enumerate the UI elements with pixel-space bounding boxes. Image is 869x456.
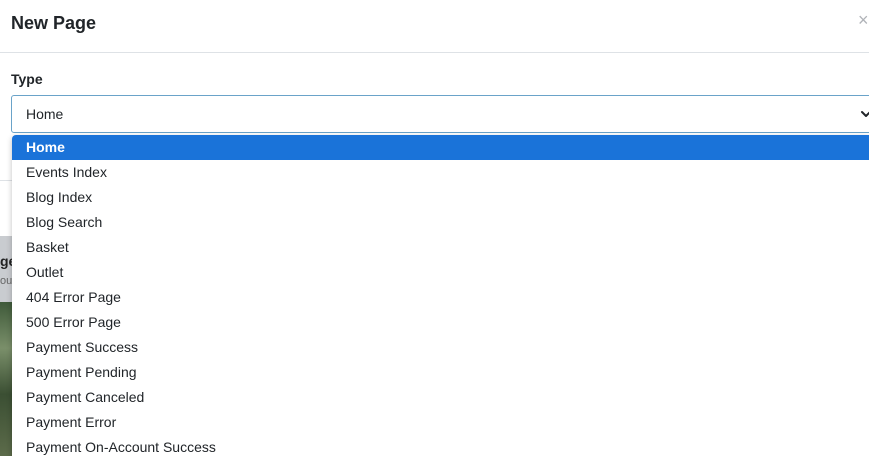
- chevron-down-icon: [861, 111, 869, 117]
- background-content: ge ou: [0, 236, 16, 456]
- dropdown-option[interactable]: 404 Error Page: [12, 285, 869, 310]
- type-label: Type: [11, 71, 43, 87]
- dropdown-option[interactable]: Basket: [12, 235, 869, 260]
- dropdown-option[interactable]: Payment Pending: [12, 360, 869, 385]
- type-select-value: Home: [26, 106, 64, 122]
- dropdown-option[interactable]: Events Index: [12, 160, 869, 185]
- background-image: [0, 302, 12, 456]
- modal-header: New Page ×: [0, 0, 869, 53]
- dropdown-option[interactable]: Payment Canceled: [12, 385, 869, 410]
- dropdown-option[interactable]: Outlet: [12, 260, 869, 285]
- dropdown-option[interactable]: Payment Success: [12, 335, 869, 360]
- page: ge ou New Page × Type Home Home Events In…: [0, 0, 869, 456]
- dropdown-option[interactable]: Payment Error: [12, 410, 869, 435]
- dropdown-option[interactable]: Blog Index: [12, 185, 869, 210]
- type-select[interactable]: Home: [11, 95, 869, 133]
- modal-title: New Page: [11, 13, 97, 33]
- dropdown-option[interactable]: Home: [12, 135, 869, 160]
- dropdown-option[interactable]: Blog Search: [12, 210, 869, 235]
- dropdown-option[interactable]: Payment On-Account Success: [12, 435, 869, 456]
- close-icon[interactable]: ×: [858, 11, 869, 29]
- background-subtext-fragment: ou: [0, 275, 13, 287]
- type-dropdown-list: Home Events Index Blog Index Blog Search Bas…: [12, 135, 869, 456]
- dropdown-option[interactable]: 500 Error Page: [12, 310, 869, 335]
